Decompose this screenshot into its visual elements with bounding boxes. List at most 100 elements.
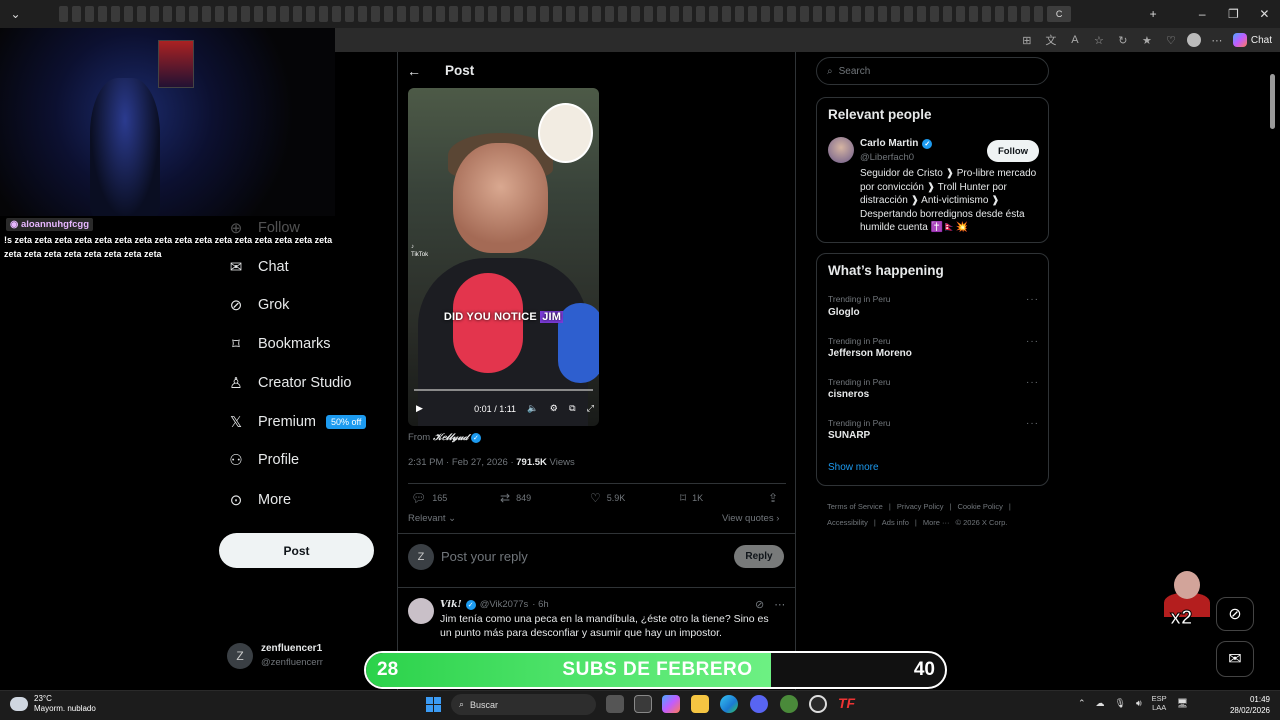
browser-tab[interactable] xyxy=(995,6,1005,22)
obs-icon[interactable] xyxy=(809,695,827,713)
browser-tab[interactable] xyxy=(1008,6,1018,22)
browser-tab[interactable] xyxy=(670,6,680,22)
browser-tab[interactable] xyxy=(306,6,316,22)
browser-tab[interactable] xyxy=(943,6,953,22)
account-name[interactable]: zenfluencer1 xyxy=(261,643,322,654)
like-action[interactable]: ♡ 5.9K xyxy=(590,491,625,505)
browser-tab[interactable] xyxy=(735,6,745,22)
comment-author-name[interactable]: 𝑽𝒊𝒌! xyxy=(440,599,462,610)
taskbar-search[interactable]: ⌕ Buscar xyxy=(451,694,596,715)
language-indicator[interactable]: ESP LAA xyxy=(1152,694,1167,712)
footer-ads[interactable]: Ads info xyxy=(882,518,909,527)
edge-browser-icon[interactable] xyxy=(720,695,738,713)
browser-tab[interactable] xyxy=(449,6,459,22)
browser-tab[interactable] xyxy=(332,6,342,22)
post-button[interactable]: Post xyxy=(219,533,374,568)
source-author[interactable]: 𝒦𝑒𝓁𝓁𝓎𝓊𝒹 xyxy=(433,432,468,443)
browser-tab[interactable] xyxy=(618,6,628,22)
task-view-icon[interactable] xyxy=(606,695,624,713)
settings-gear-icon[interactable]: ⚙ xyxy=(550,403,558,414)
browser-tab[interactable] xyxy=(85,6,95,22)
browser-tab[interactable] xyxy=(436,6,446,22)
browser-tab[interactable] xyxy=(150,6,160,22)
browser-tab[interactable] xyxy=(579,6,589,22)
browser-tab[interactable] xyxy=(956,6,966,22)
reply-button[interactable]: Reply xyxy=(734,545,784,568)
more-dots-icon[interactable]: ⋯ xyxy=(774,598,785,611)
trend-item[interactable]: Gloglo xyxy=(828,307,860,318)
nav-premium[interactable]: 𝕏 Premium 50% off xyxy=(228,414,367,431)
video-progress-bar[interactable] xyxy=(414,389,593,391)
search-input[interactable]: ⌕ Search xyxy=(816,57,1049,85)
nav-profile[interactable]: ⚇ Profile xyxy=(228,452,299,469)
nav-bookmarks[interactable]: ⌑ Bookmarks xyxy=(228,336,330,353)
speaker-icon[interactable]: 🔊︎ xyxy=(1136,698,1142,709)
trend-more-icon[interactable]: ··· xyxy=(1026,418,1039,429)
favorites-icon[interactable]: ★ xyxy=(1139,34,1155,47)
repost-action[interactable]: ⇄ 849 xyxy=(500,491,531,505)
volume-icon[interactable]: 🔈 xyxy=(527,403,538,414)
grok-explain-icon[interactable]: ⊘ xyxy=(755,598,764,611)
trend-more-icon[interactable]: ··· xyxy=(1026,377,1039,388)
browser-tab[interactable] xyxy=(540,6,550,22)
browser-tab[interactable] xyxy=(280,6,290,22)
weather-widget[interactable]: 23°C Mayorm. nublado xyxy=(10,694,96,714)
browser-tab[interactable] xyxy=(566,6,576,22)
browser-tab[interactable] xyxy=(1021,6,1031,22)
copilot-chat-button[interactable]: Chat xyxy=(1232,33,1272,47)
browser-tab[interactable] xyxy=(709,6,719,22)
store-icon[interactable] xyxy=(634,695,652,713)
minimize-icon[interactable]: – xyxy=(1187,7,1218,21)
browser-tab[interactable] xyxy=(228,6,238,22)
nav-more[interactable]: ⊙ More xyxy=(228,492,291,509)
browser-tab[interactable] xyxy=(241,6,251,22)
heart-pulse-icon[interactable]: ♡ xyxy=(1163,34,1179,47)
browser-tab[interactable] xyxy=(852,6,862,22)
browser-tab[interactable] xyxy=(878,6,888,22)
trend-item[interactable]: cisneros xyxy=(828,389,869,400)
browser-tab[interactable] xyxy=(98,6,108,22)
trend-more-icon[interactable]: ··· xyxy=(1026,294,1039,305)
nav-follow[interactable]: ⊕ Follow xyxy=(228,220,300,237)
browser-tab[interactable] xyxy=(969,6,979,22)
messages-floating-button[interactable]: ✉ xyxy=(1216,641,1254,677)
close-window-icon[interactable]: ✕ xyxy=(1249,7,1280,21)
nav-creator-studio[interactable]: ♙ Creator Studio xyxy=(228,375,351,392)
browser-tab[interactable] xyxy=(553,6,563,22)
browser-tab[interactable] xyxy=(423,6,433,22)
account-avatar[interactable]: Z xyxy=(227,643,253,669)
browser-tab[interactable] xyxy=(683,6,693,22)
footer-cookie[interactable]: Cookie Policy xyxy=(957,502,1002,511)
windows-start-icon[interactable] xyxy=(426,697,441,712)
browser-tab[interactable] xyxy=(826,6,836,22)
view-quotes-link[interactable]: View quotes › xyxy=(722,513,779,524)
browser-tab[interactable] xyxy=(761,6,771,22)
footer-more[interactable]: More ··· xyxy=(923,518,950,527)
browser-tab[interactable] xyxy=(293,6,303,22)
new-tab-plus-icon[interactable]: + xyxy=(1138,7,1169,21)
scrollbar-thumb[interactable] xyxy=(1270,74,1275,129)
browser-tab[interactable] xyxy=(267,6,277,22)
browser-tab[interactable] xyxy=(1034,6,1044,22)
app-icon[interactable]: ⊞ xyxy=(1019,34,1035,47)
browser-tab[interactable] xyxy=(215,6,225,22)
taskbar-clock[interactable]: 01:49 28/02/2026 xyxy=(1222,694,1270,716)
person-avatar[interactable] xyxy=(828,137,854,163)
browser-tab[interactable] xyxy=(904,6,914,22)
footer-accessibility[interactable]: Accessibility xyxy=(827,518,868,527)
page-scrollbar[interactable] xyxy=(1268,56,1276,686)
profile-avatar[interactable] xyxy=(1186,33,1201,47)
fullscreen-icon[interactable]: ⤢ xyxy=(587,403,594,414)
tab-list-chevron-icon[interactable]: ⌄ xyxy=(0,7,31,21)
browser-tab[interactable] xyxy=(111,6,121,22)
post-timestamp[interactable]: 2:31 PM · Feb 27, 2026 · xyxy=(408,457,516,468)
discord-icon[interactable] xyxy=(750,695,768,713)
browser-tab[interactable] xyxy=(501,6,511,22)
read-aloud-icon[interactable]: A xyxy=(1067,34,1083,46)
back-arrow-icon[interactable]: ← xyxy=(407,63,421,79)
browser-tab[interactable] xyxy=(527,6,537,22)
browser-tab[interactable] xyxy=(410,6,420,22)
browser-tab[interactable] xyxy=(124,6,134,22)
browser-tab[interactable] xyxy=(488,6,498,22)
browser-tab[interactable] xyxy=(800,6,810,22)
